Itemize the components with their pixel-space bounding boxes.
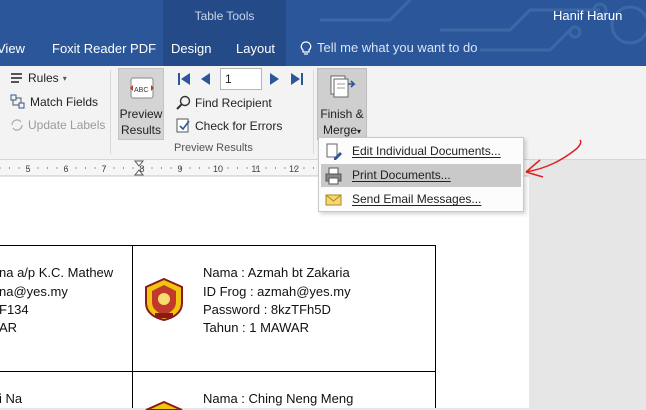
record-number-input[interactable]: 1 <box>220 68 262 90</box>
ribbon-separator <box>313 70 314 154</box>
tell-me-placeholder: Tell me what you want to do <box>317 40 478 55</box>
printer-icon <box>325 167 342 185</box>
rules-button[interactable]: Rules ▾ <box>10 71 67 85</box>
title-bar: Table Tools Hanif Harun View Foxit Reade… <box>0 0 646 66</box>
ruler-label: 7 <box>101 164 106 174</box>
workspace-background <box>529 160 646 408</box>
ribbon-separator <box>110 70 111 154</box>
finish-merge-line2: Merge▾ <box>318 123 366 137</box>
tab-design[interactable]: Design <box>171 41 211 56</box>
find-recipient-button[interactable]: Find Recipient <box>176 95 272 110</box>
ruler-label: 5 <box>25 164 30 174</box>
school-crest-icon <box>145 400 183 410</box>
chevron-down-icon: ▾ <box>357 127 362 136</box>
menu-item-label: Send Email Messages... <box>352 192 482 206</box>
check-for-errors-button[interactable]: Check for Errors <box>176 118 282 133</box>
ruler-label: 10 <box>213 164 223 174</box>
table-cell-border <box>132 245 133 408</box>
update-labels-icon <box>11 119 23 131</box>
preview-results-line2: Results <box>120 123 161 137</box>
left-cell-line2: na@yes.my <box>0 284 68 299</box>
tab-view[interactable]: View <box>0 41 25 56</box>
lightbulb-icon <box>300 40 312 55</box>
finish-merge-menu: Edit Individual Documents... Print Docum… <box>318 137 524 212</box>
right-cell-id-frog: ID Frog : azmah@yes.my <box>203 284 351 299</box>
finish-merge-line1: Finish & <box>320 107 364 121</box>
right-cell-password: Password : 8kzTFh5D <box>203 302 331 317</box>
table-tools-group: Table Tools <box>163 0 286 66</box>
finish-merge-icon <box>330 75 356 98</box>
next-row-nama: Nama : Ching Neng Meng <box>203 391 354 406</box>
match-fields-icon <box>10 94 25 109</box>
rules-icon <box>11 73 22 83</box>
tab-layout[interactable]: Layout <box>236 41 275 56</box>
left-cell-line1: na a/p K.C. Mathew <box>0 265 114 280</box>
next-record-icon[interactable] <box>270 72 280 86</box>
first-record-icon[interactable] <box>178 72 190 86</box>
update-labels-label: Update Labels <box>28 118 106 132</box>
school-crest-icon <box>145 277 183 321</box>
match-fields-label: Match Fields <box>30 95 99 109</box>
ruler-label: 9 <box>177 164 182 174</box>
ruler-label: 6 <box>63 164 68 174</box>
preview-results-line1: Preview <box>119 107 163 121</box>
update-labels-button[interactable]: Update Labels <box>10 118 105 132</box>
finish-merge-button[interactable]: Finish & Merge▾ <box>317 68 367 140</box>
left-cell-line4: AR <box>0 320 18 335</box>
menu-item-edit-individual-documents[interactable]: Edit Individual Documents... <box>321 140 521 163</box>
check-errors-icon <box>176 118 190 133</box>
ruler-label: 12 <box>289 164 299 174</box>
table-row-border <box>0 371 436 372</box>
preview-results-icon: ABC <box>130 77 154 99</box>
svg-text:ABC: ABC <box>134 87 148 94</box>
match-fields-button[interactable]: Match Fields <box>10 94 98 110</box>
menu-item-print-documents[interactable]: Print Documents... <box>321 164 521 187</box>
preview-results-group-label: Preview Results <box>174 142 253 154</box>
menu-item-send-email-messages[interactable]: Send Email Messages... <box>321 188 521 211</box>
tab-foxit-reader-pdf[interactable]: Foxit Reader PDF <box>52 41 156 56</box>
rules-label: Rules <box>28 71 59 85</box>
check-errors-label: Check for Errors <box>195 118 283 133</box>
table-cell-border <box>435 245 436 408</box>
finish-merge-label: Merge <box>322 123 357 137</box>
user-name[interactable]: Hanif Harun <box>553 8 622 23</box>
table-tools-label: Table Tools <box>194 9 255 23</box>
left-cell-next-line1: i Na <box>0 391 23 406</box>
ruler-label: 11 <box>251 164 260 174</box>
preview-results-button[interactable]: ABC Preview Results <box>118 68 164 140</box>
menu-item-label: Edit Individual Documents... <box>352 144 501 158</box>
previous-record-icon[interactable] <box>200 72 210 86</box>
right-cell-tahun: Tahun : 1 MAWAR <box>203 320 309 335</box>
last-record-icon[interactable] <box>291 72 303 86</box>
menu-item-label: Print Documents... <box>352 168 451 182</box>
chevron-down-icon: ▾ <box>62 73 67 83</box>
find-recipient-label: Find Recipient <box>195 95 272 110</box>
tell-me-search[interactable]: Tell me what you want to do <box>300 40 477 55</box>
email-icon <box>325 194 342 206</box>
right-cell-nama: Nama : Azmah bt Zakaria <box>203 265 350 280</box>
find-recipient-icon <box>176 95 191 110</box>
left-cell-line3: F134 <box>0 302 29 317</box>
edit-documents-icon <box>326 143 342 160</box>
